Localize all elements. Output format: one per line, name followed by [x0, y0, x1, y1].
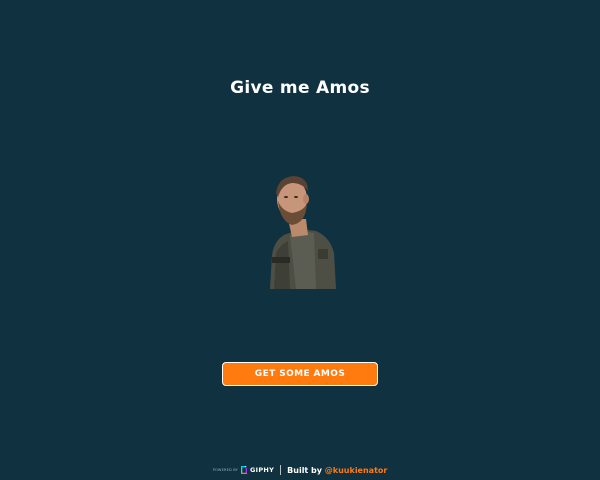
footer-divider	[280, 465, 282, 475]
amos-gif	[262, 171, 338, 289]
giphy-logo-icon	[240, 466, 247, 474]
powered-by-giphy[interactable]: POWERED BY GIPHY	[213, 466, 275, 474]
powered-by-label: POWERED BY	[212, 468, 238, 472]
footer: POWERED BY GIPHY Built by @kuukienator	[0, 463, 600, 477]
page-title: Give me Amos	[230, 78, 370, 98]
author-link[interactable]: @kuukienator	[325, 466, 388, 475]
built-by: Built by @kuukienator	[287, 466, 387, 475]
built-by-label: Built by	[287, 465, 322, 475]
get-some-amos-button[interactable]: GET SOME AMOS	[222, 362, 378, 386]
amos-gif-image	[270, 176, 336, 289]
page: Give me Amos GET SOME AMOS POWERED BY GI…	[0, 0, 600, 480]
giphy-label: GIPHY	[249, 466, 275, 474]
